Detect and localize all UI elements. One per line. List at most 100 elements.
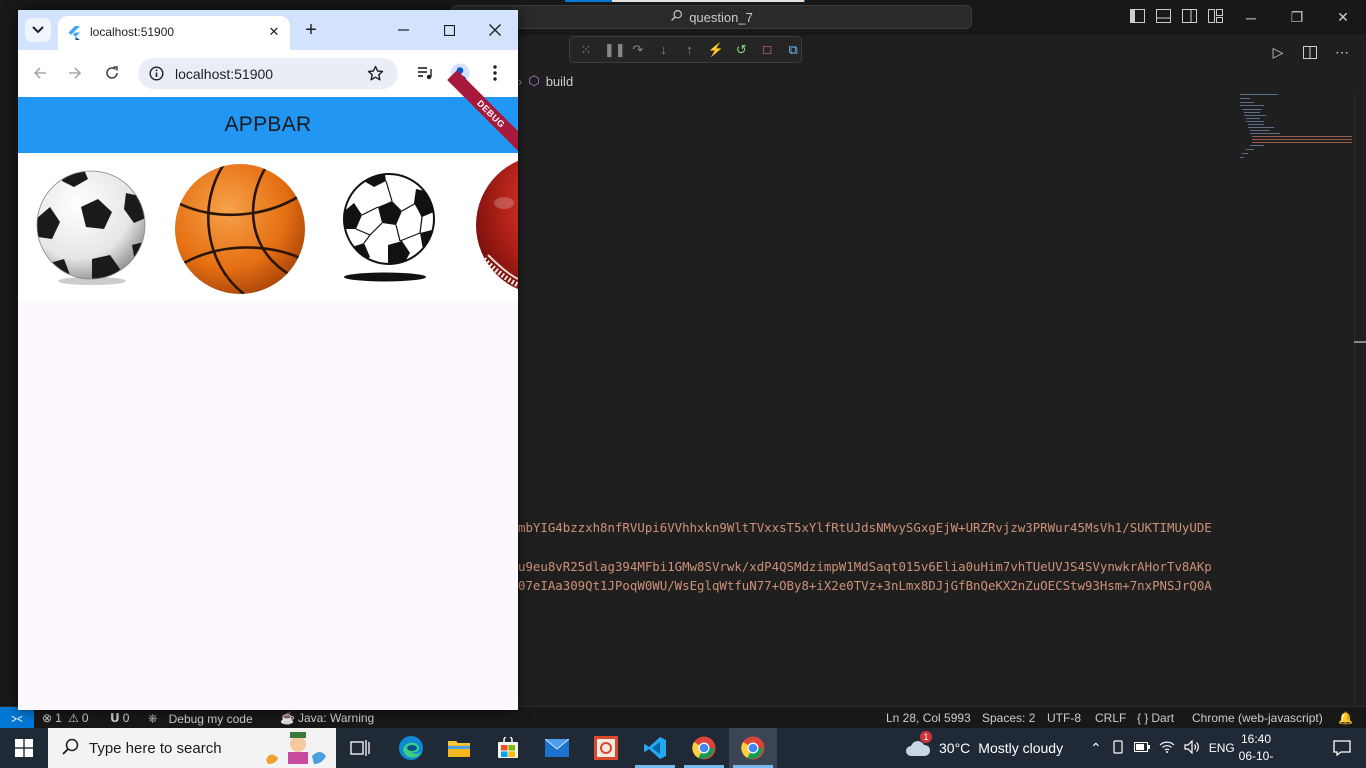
- device-selector[interactable]: Chrome (web-javascript): [1192, 711, 1323, 725]
- tab-title: localhost:51900: [90, 25, 175, 39]
- close-window-icon[interactable]: [472, 10, 518, 50]
- error-icon: ⊗: [42, 711, 53, 725]
- reload-icon[interactable]: [101, 62, 123, 84]
- scrollbar-cursor-marker: [1354, 341, 1366, 343]
- system-tray: ⌃ ENG: [1090, 728, 1235, 768]
- ball-image-row[interactable]: [18, 153, 518, 301]
- close-icon[interactable]: ✕: [1320, 0, 1366, 35]
- restart-icon[interactable]: ↺: [733, 42, 749, 58]
- edge-browser-icon[interactable]: [387, 728, 435, 768]
- microsoft-store-icon[interactable]: [484, 728, 532, 768]
- toggle-panel-icon[interactable]: [1155, 8, 1171, 24]
- step-out-icon[interactable]: ↑: [682, 42, 698, 57]
- hot-reload-icon[interactable]: ⚡: [707, 42, 723, 58]
- chrome-menu-icon[interactable]: [484, 62, 506, 84]
- language-indicator[interactable]: ENG: [1209, 741, 1235, 755]
- search-icon: [670, 9, 683, 25]
- customize-layout-icon[interactable]: [1207, 8, 1223, 24]
- notification-center-icon[interactable]: [1318, 728, 1366, 768]
- maximize-window-icon[interactable]: [426, 10, 472, 50]
- minimize-icon[interactable]: ─: [1228, 0, 1274, 35]
- run-debug-icon[interactable]: ▷: [1270, 44, 1286, 60]
- indentation[interactable]: Spaces: 2: [982, 711, 1035, 725]
- back-arrow-icon[interactable]: [29, 62, 51, 84]
- close-tab-icon[interactable]: ✕: [266, 24, 282, 40]
- windows-start-icon[interactable]: [0, 728, 48, 768]
- line-ending[interactable]: CRLF: [1095, 711, 1126, 725]
- vscode-app-icon[interactable]: [631, 728, 679, 768]
- notifications-bell-icon[interactable]: 🔔: [1338, 711, 1353, 725]
- forward-arrow-icon[interactable]: [64, 62, 86, 84]
- minimap[interactable]: [1236, 92, 1354, 706]
- chevron-right-icon: ›: [518, 73, 523, 89]
- toggle-sidebar-icon[interactable]: [1129, 8, 1145, 24]
- inspect-widget-icon[interactable]: ⧉: [785, 42, 801, 58]
- media-controls-icon[interactable]: [414, 62, 436, 84]
- breadcrumb: › ⬡ build: [518, 72, 573, 90]
- chrome-window: localhost:51900 ✕ + localhost:51900 APPB…: [18, 10, 518, 710]
- address-bar[interactable]: localhost:51900: [138, 58, 398, 89]
- drag-handle-icon[interactable]: ⁙: [578, 42, 594, 58]
- tab-search-button[interactable]: [25, 18, 51, 42]
- search-icon: [62, 738, 79, 759]
- debug-status[interactable]: ⎈ Debug my code: [148, 711, 253, 726]
- show-hidden-icons-chevron-icon[interactable]: ⌃: [1090, 740, 1102, 757]
- ports-indicator[interactable]: 𝗨 0: [110, 711, 129, 725]
- encoding[interactable]: UTF-8: [1047, 711, 1081, 725]
- flutter-logo-icon: [68, 26, 80, 45]
- site-info-icon[interactable]: [149, 66, 164, 86]
- code-line: mbYIG4bzzxh8nfRVUpi6VVhhxkn9WltTVxxsT5xY…: [518, 520, 1212, 535]
- java-cup-icon: ☕: [280, 711, 295, 725]
- vscode-command-center[interactable]: question_7: [451, 5, 972, 29]
- weather-widget[interactable]: 1 30°C Mostly cloudy: [905, 728, 1063, 768]
- clock-date: 06-10-2024: [1238, 749, 1274, 768]
- file-explorer-icon[interactable]: [435, 728, 483, 768]
- chrome-toolbar: localhost:51900: [18, 50, 518, 97]
- debug-toolbar: ⁙ ❚❚ ↷ ↓ ↑ ⚡ ↺ □ ⧉: [569, 36, 802, 63]
- new-tab-plus-icon[interactable]: +: [299, 19, 323, 43]
- url-text: localhost:51900: [175, 66, 274, 82]
- app-body: [18, 301, 518, 710]
- restore-icon[interactable]: ❐: [1274, 0, 1320, 35]
- mail-icon[interactable]: [533, 728, 581, 768]
- minimize-window-icon[interactable]: [380, 10, 426, 50]
- search-highlight-character-icon: [264, 730, 330, 768]
- debug-icon: ⎈: [148, 711, 158, 725]
- app-tile-icon[interactable]: [582, 728, 630, 768]
- bookmark-star-icon[interactable]: [367, 65, 384, 87]
- java-status[interactable]: ☕ Java: Warning: [280, 711, 374, 725]
- breadcrumb-item[interactable]: build: [546, 74, 573, 89]
- device-icon[interactable]: [1111, 739, 1125, 757]
- task-view-icon[interactable]: [336, 728, 384, 768]
- step-into-icon[interactable]: ↓: [656, 42, 672, 57]
- split-editor-icon[interactable]: [1302, 44, 1318, 60]
- code-editor[interactable]: mbYIG4bzzxh8nfRVUpi6VVhhxkn9WltTVxxsT5xY…: [518, 92, 1230, 706]
- pause-icon[interactable]: ❚❚: [604, 42, 626, 58]
- windows-taskbar: Type here to search 1 30°C Mostly cloudy: [0, 728, 1366, 768]
- more-actions-icon[interactable]: ⋯: [1334, 44, 1350, 60]
- chrome-tab-strip: localhost:51900 ✕ +: [18, 10, 518, 50]
- remote-indicator-icon[interactable]: ⪥: [0, 707, 34, 729]
- wifi-icon[interactable]: [1159, 740, 1175, 756]
- cursor-position[interactable]: Ln 28, Col 5993: [886, 711, 971, 725]
- toggle-secondary-sidebar-icon[interactable]: [1181, 8, 1197, 24]
- chevron-down-icon: [32, 26, 44, 34]
- cricket-ball-icon: [476, 160, 518, 290]
- weather-badge: 1: [920, 731, 932, 743]
- stop-icon[interactable]: □: [759, 42, 775, 57]
- taskbar-clock[interactable]: 16:40 06-10-2024: [1232, 731, 1280, 768]
- battery-icon[interactable]: [1133, 741, 1150, 755]
- chrome-app-icon-active[interactable]: [729, 728, 777, 768]
- taskbar-search-box[interactable]: Type here to search: [48, 728, 336, 768]
- problems-indicator[interactable]: ⊗ 1 ⚠ 0: [42, 711, 89, 725]
- vscode-progress-bar-track: [612, 0, 804, 2]
- step-over-icon[interactable]: ↷: [630, 42, 646, 58]
- chrome-app-icon[interactable]: [680, 728, 728, 768]
- browser-tab[interactable]: localhost:51900 ✕: [58, 16, 290, 50]
- method-cube-icon: ⬡: [528, 73, 540, 88]
- weather-description: Mostly cloudy: [978, 740, 1064, 756]
- search-placeholder: Type here to search: [89, 739, 222, 757]
- language-mode[interactable]: { } Dart: [1137, 711, 1174, 725]
- volume-icon[interactable]: [1184, 739, 1200, 757]
- editor-scrollbar[interactable]: [1354, 92, 1366, 706]
